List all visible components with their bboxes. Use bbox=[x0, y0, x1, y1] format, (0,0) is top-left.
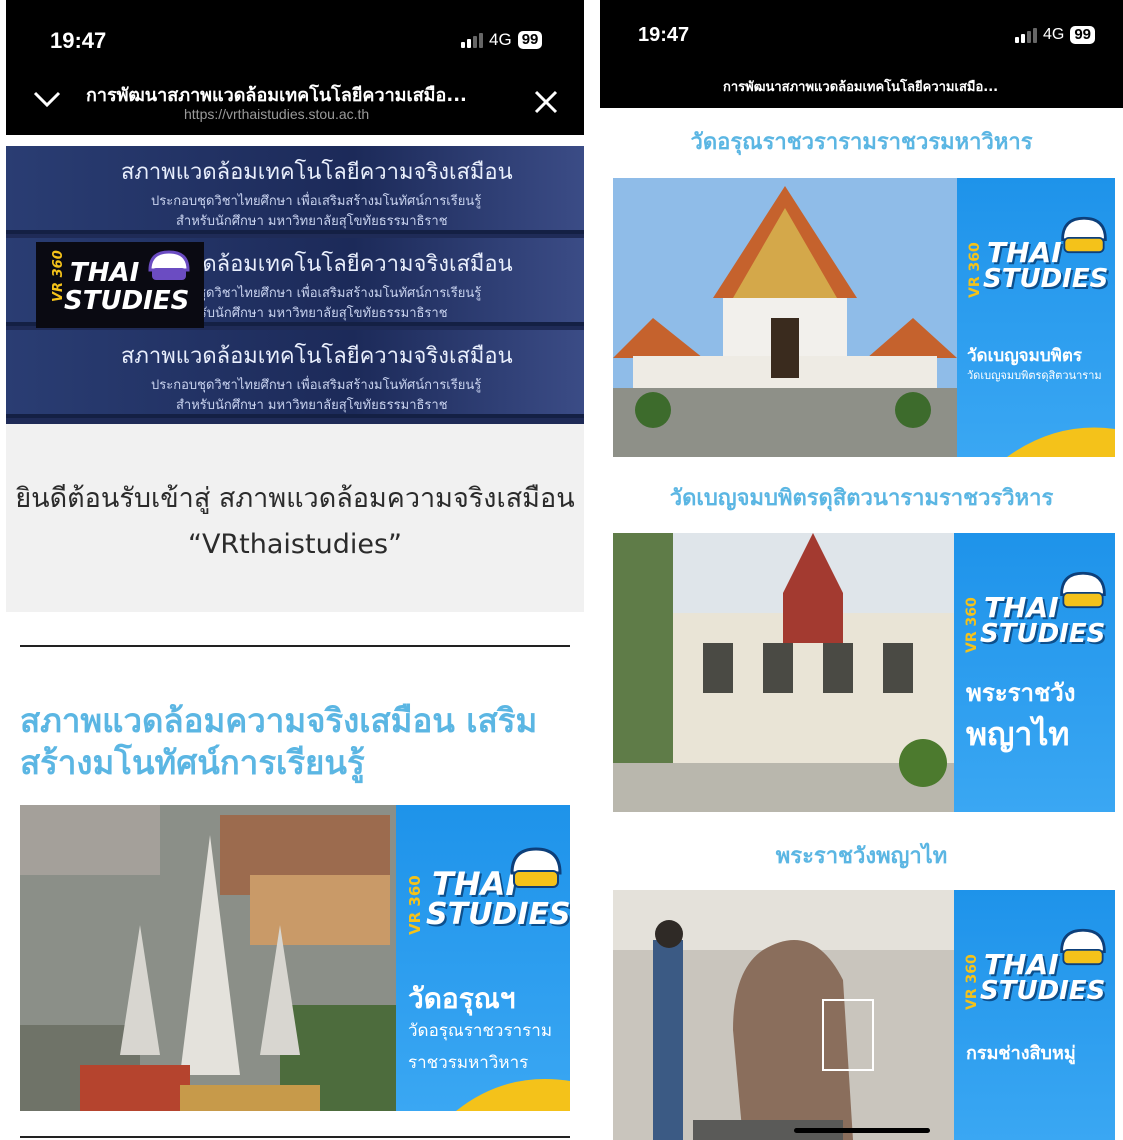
logo-panel: VR 360 THAI STUDIES วัดอรุณฯ วัดอรุณราชว… bbox=[396, 805, 570, 1111]
home-indicator[interactable] bbox=[794, 1128, 930, 1133]
card-place-sub1: วัดอรุณราชวราราม bbox=[408, 1021, 553, 1041]
section-heading: สภาพแวดล้อมความจริงเสมือน เสริมสร้างมโนท… bbox=[20, 701, 538, 782]
logo-studies: STUDIES bbox=[426, 897, 570, 932]
logo-vr360: VR 360 bbox=[967, 242, 983, 298]
hero-banner: สภาพแวดล้อมเทคโนโลยีความจริงเสมือน ประกอ… bbox=[6, 146, 584, 424]
wat-arun-photo bbox=[20, 805, 396, 1111]
vr-thai-studies-logo: VR 360 THAI STUDIES bbox=[36, 242, 204, 328]
page-url: https://vrthaistudies.stou.ac.th bbox=[184, 106, 370, 122]
logo-panel: VR 360 THAI STUDIES วัดเบญจมบพิตร วัดเบญ… bbox=[957, 178, 1115, 457]
card-place-name-2: พญาไท bbox=[966, 715, 1070, 753]
vr-headset-icon bbox=[148, 250, 190, 280]
card-place-name: วัดเบญจมบพิตร bbox=[967, 346, 1083, 366]
status-network: 4G 99 bbox=[461, 30, 543, 50]
banner-line1: ประกอบชุดวิชาไทยศึกษา เพื่อเสริมสร้างมโน… bbox=[151, 378, 482, 393]
close-icon[interactable] bbox=[534, 90, 558, 119]
temple-photo bbox=[613, 178, 957, 457]
status-network: 4G 99 bbox=[1015, 26, 1096, 44]
card-place-sub: วัดเบญจมบพิตรดุสิตวนาราม bbox=[967, 369, 1102, 382]
wat-arun-card[interactable]: VR 360 THAI STUDIES วัดอรุณฯ วัดอรุณราชว… bbox=[20, 805, 570, 1111]
network-label: 4G bbox=[1043, 26, 1065, 43]
right-phone-screen: 19:47 4G 99 การพัฒนาสภาพแวดล้อมเทคโนโลยี… bbox=[600, 0, 1123, 1140]
left-phone-screen: 19:47 4G 99 การพัฒนาสภาพแวดล้อมเทคโนโลยี… bbox=[6, 0, 584, 1140]
card-place-name: กรมช่างสิบหมู่ bbox=[966, 1043, 1076, 1064]
section-title: พระราชวังพญาไท bbox=[775, 844, 948, 869]
banner-line1: ประกอบชุดวิชาไทยศึกษา เพื่อเสริมสร้างมโน… bbox=[151, 194, 482, 209]
vr-headset-icon bbox=[510, 847, 562, 888]
vr-headset-icon bbox=[1061, 216, 1107, 254]
logo-thai: THAI bbox=[70, 258, 140, 288]
logo-studies: STUDIES bbox=[983, 264, 1109, 294]
logo-studies: STUDIES bbox=[980, 619, 1106, 649]
vr-headset-icon bbox=[1060, 928, 1106, 966]
decor-wave bbox=[1007, 427, 1115, 457]
battery-icon: 99 bbox=[1070, 26, 1096, 44]
logo-vr360: VR 360 bbox=[964, 597, 980, 653]
logo-vr360: VR 360 bbox=[406, 875, 424, 935]
network-label: 4G bbox=[489, 30, 512, 49]
battery-icon: 99 bbox=[517, 31, 543, 49]
divider bbox=[20, 645, 570, 647]
logo-panel: VR 360 THAI STUDIES กรมช่างสิบหมู่ bbox=[954, 890, 1115, 1140]
phaya-thai-palace-card[interactable]: VR 360 THAI STUDIES พระราชวัง พญาไท bbox=[613, 533, 1115, 812]
browser-header: 19:47 4G 99 การพัฒนาสภาพแวดล้อมเทคโนโลยี… bbox=[6, 0, 584, 135]
banner-stripe: สภาพแวดล้อมเทคโนโลยีความจริงเสมือน ประกอ… bbox=[6, 146, 584, 234]
page-title: การพัฒนาสภาพแวดล้อมเทคโนโลยีความเสมือ... bbox=[723, 80, 999, 95]
status-time: 19:47 bbox=[638, 24, 690, 46]
welcome-text: ยินดีต้อนรับเข้าสู่ สภาพแวดล้อมความจริงเ… bbox=[15, 483, 575, 560]
section-title: วัดเบญจมบพิตรดุสิตวนารามราชวรวิหาร bbox=[669, 486, 1054, 511]
page-title: การพัฒนาสภาพแวดล้อมเทคโนโลยีความเสมือ... bbox=[86, 85, 467, 106]
welcome-box: ยินดีต้อนรับเข้าสู่ สภาพแวดล้อมความจริงเ… bbox=[6, 424, 584, 612]
banner-heading: สภาพแวดล้อมเทคโนโลยีความจริงเสมือน bbox=[121, 344, 513, 369]
logo-panel: VR 360 THAI STUDIES พระราชวัง พญาไท bbox=[954, 533, 1115, 812]
signal-icon bbox=[1015, 27, 1037, 43]
fine-arts-department-card[interactable]: VR 360 THAI STUDIES กรมช่างสิบหมู่ bbox=[613, 890, 1115, 1140]
divider bbox=[20, 1136, 570, 1138]
logo-studies: STUDIES bbox=[980, 976, 1106, 1006]
wat-benchamabophit-card[interactable]: VR 360 THAI STUDIES วัดเบญจมบพิตร วัดเบญ… bbox=[613, 178, 1115, 457]
banner-stripe: สภาพแวดล้อมเทคโนโลยีความจริงเสมือน ประกอ… bbox=[6, 330, 584, 418]
logo-studies: STUDIES bbox=[64, 286, 190, 316]
palace-photo bbox=[613, 533, 954, 812]
card-place-name: วัดอรุณฯ bbox=[408, 982, 516, 1015]
chevron-down-icon[interactable] bbox=[32, 86, 62, 114]
sculpture-photo bbox=[613, 890, 954, 1140]
logo-vr360: VR 360 bbox=[964, 954, 980, 1010]
card-place-name-1: พระราชวัง bbox=[966, 679, 1076, 707]
banner-line2: สำหรับนักศึกษา มหาวิทยาลัยสุโขทัยธรรมาธิ… bbox=[176, 214, 448, 229]
browser-header: 19:47 4G 99 การพัฒนาสภาพแวดล้อมเทคโนโลยี… bbox=[600, 0, 1123, 108]
section-title: วัดอรุณราชวรารามราชวรมหาวิหาร bbox=[690, 130, 1033, 155]
banner-line2: สำหรับนักศึกษา มหาวิทยาลัยสุโขทัยธรรมาธิ… bbox=[176, 306, 448, 321]
status-time: 19:47 bbox=[50, 28, 107, 53]
vr-headset-icon bbox=[1060, 571, 1106, 609]
decor-wave bbox=[456, 1079, 570, 1111]
signal-icon bbox=[461, 32, 483, 48]
banner-heading: สภาพแวดล้อมเทคโนโลยีความจริงเสมือน bbox=[121, 160, 513, 185]
banner-line2: สำหรับนักศึกษา มหาวิทยาลัยสุโขทัยธรรมาธิ… bbox=[176, 398, 448, 413]
